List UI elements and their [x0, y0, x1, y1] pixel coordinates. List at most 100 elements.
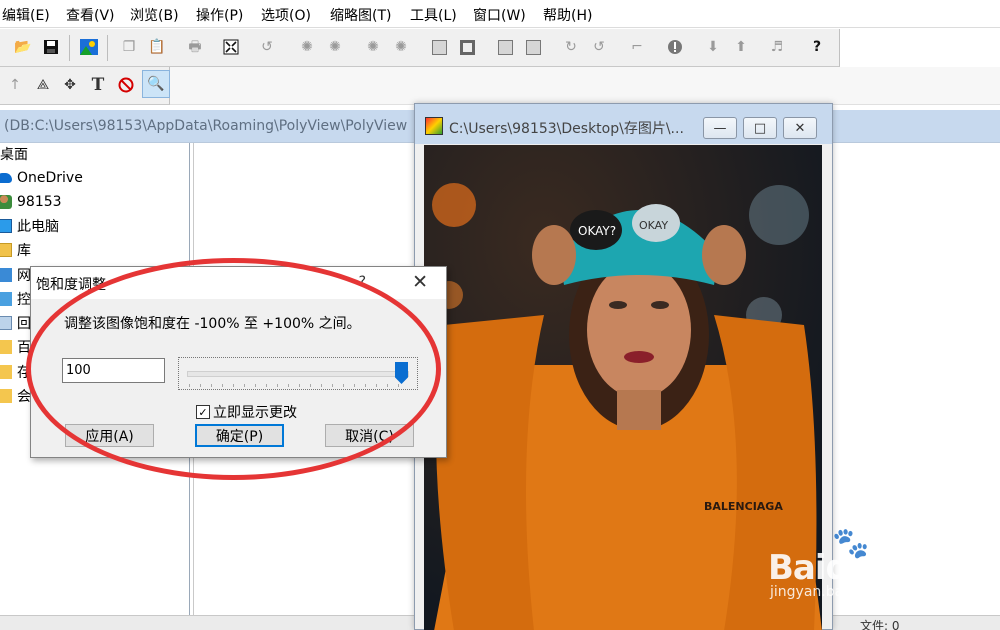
dialog-titlebar[interactable]: 饱和度调整 ? ✕ — [31, 267, 446, 299]
tree-item-folder[interactable]: 存 — [0, 361, 31, 383]
main-window-path: (DB:C:\Users\98153\AppData\Roaming\PolyV… — [4, 118, 408, 134]
contrast-up-icon[interactable]: ✺ — [390, 36, 412, 58]
move-icon[interactable]: ✥ — [59, 74, 81, 96]
folder-icon — [0, 389, 12, 403]
copy-icon[interactable]: ❐ — [118, 36, 140, 58]
tree-item-label: 桌面 — [0, 147, 28, 163]
print-icon[interactable]: 🖶 — [184, 36, 206, 58]
image-window: C:\Users\98153\Desktop\存图片\... — □ ✕ OKA… — [414, 103, 833, 630]
shirt-logo-text: BALENCIAGA — [704, 500, 783, 513]
paw-icon: 🐾 — [832, 526, 870, 561]
close-button[interactable]: ✕ — [783, 117, 817, 139]
portrait-photo: OKAY? OKAY BALENCIAGA — [424, 145, 822, 630]
gray-icon[interactable] — [428, 36, 450, 58]
saturation-dialog: 饱和度调整 ? ✕ 调整该图像饱和度在 -100% 至 +100% 之间。 ✓ … — [30, 266, 447, 458]
menu-view[interactable]: 查看(V) — [66, 5, 115, 25]
show-changes-checkbox[interactable]: ✓ — [196, 405, 210, 419]
folder-icon — [0, 365, 12, 379]
tree-item-label: 库 — [17, 243, 31, 259]
rotate-left-icon[interactable]: ↺ — [588, 36, 610, 58]
tree-item-label: 控 — [17, 292, 31, 308]
tree-item-label: 网 — [17, 268, 31, 284]
tree-item-onedrive[interactable]: OneDrive — [0, 167, 83, 189]
tools-toolbar: ↑ ⟁ ✥ T 🔍 — [0, 67, 170, 105]
menu-edit[interactable]: 编辑(E) — [2, 5, 50, 25]
ok-button[interactable]: 确定(P) — [195, 424, 284, 447]
tree-item-library[interactable]: 库 — [0, 239, 31, 261]
sharpen-icon[interactable] — [494, 36, 516, 58]
user-icon — [0, 195, 12, 209]
undo-icon[interactable]: ↺ — [256, 36, 278, 58]
rotate-right-icon[interactable]: ↻ — [560, 36, 582, 58]
menu-help[interactable]: 帮助(H) — [543, 5, 592, 25]
tree-item-network[interactable]: 网 — [0, 264, 31, 286]
blur-icon[interactable] — [522, 36, 544, 58]
dialog-title: 饱和度调整 — [36, 277, 106, 293]
folder-icon — [0, 340, 12, 354]
brightness-up-icon[interactable]: ✺ — [324, 36, 346, 58]
zoom-icon[interactable]: 🔍 — [142, 70, 170, 98]
help-question-icon[interactable]: ? — [806, 36, 828, 58]
tree-item-desktop[interactable]: 桌面 — [0, 143, 28, 165]
open-folder-icon[interactable]: 📂 — [12, 36, 34, 58]
polyview-app: 编辑(E) 查看(V) 浏览(B) 操作(P) 选项(O) 缩略图(T) 工具(… — [0, 0, 1000, 630]
computer-icon — [0, 219, 12, 233]
toolbar-separator — [107, 35, 108, 61]
crop-icon[interactable]: ⌐ — [626, 36, 648, 58]
image-window-titlebar[interactable]: C:\Users\98153\Desktop\存图片\... — □ ✕ — [415, 104, 832, 144]
tree-item-recycle-bin[interactable]: 回 — [0, 312, 31, 334]
menu-bar: 编辑(E) 查看(V) 浏览(B) 操作(P) 选项(O) 缩略图(T) 工具(… — [0, 0, 1000, 28]
tree-item-label: OneDrive — [17, 170, 83, 186]
fit-screen-icon[interactable] — [220, 36, 242, 58]
music-note-icon[interactable]: ♬ — [766, 36, 788, 58]
network-icon — [0, 268, 12, 282]
image-window-title: C:\Users\98153\Desktop\存图片\... — [449, 121, 684, 137]
tree-item-label: 98153 — [17, 194, 62, 210]
tree-item-label: 百 — [17, 340, 31, 356]
tree-item-user[interactable]: 98153 — [0, 191, 62, 213]
status-text: 文件: 0 — [860, 619, 900, 630]
menu-options[interactable]: 选项(O) — [261, 5, 311, 25]
image-icon[interactable] — [78, 36, 100, 58]
tree-item-label: 会 — [17, 389, 31, 405]
saturation-slider[interactable] — [178, 357, 418, 390]
minimize-button[interactable]: — — [703, 117, 737, 139]
app-icon — [425, 117, 443, 135]
tree-item-this-pc[interactable]: 此电脑 — [0, 215, 59, 237]
dialog-help-button[interactable]: ? — [359, 274, 366, 290]
contrast-down-icon[interactable]: ✺ — [362, 36, 384, 58]
brightness-down-icon[interactable]: ✺ — [296, 36, 318, 58]
tree-item-folder[interactable]: 会 — [0, 385, 31, 407]
control-panel-icon — [0, 292, 12, 306]
maximize-button[interactable]: □ — [743, 117, 777, 139]
arrow-up-icon[interactable]: ⬆ — [730, 36, 752, 58]
info-icon[interactable] — [664, 36, 686, 58]
pointer-arrow-icon[interactable]: ↑ — [4, 74, 26, 96]
cancel-button[interactable]: 取消(C) — [325, 424, 414, 447]
slider-ticks — [189, 384, 409, 387]
cloud-icon — [0, 173, 12, 183]
menu-tools[interactable]: 工具(L) — [410, 5, 457, 25]
show-changes-label: 立即显示更改 — [213, 405, 297, 421]
tree-item-folder[interactable]: 百 — [0, 336, 31, 358]
arrow-down-icon[interactable]: ⬇ — [702, 36, 724, 58]
save-icon[interactable] — [40, 36, 62, 58]
saturation-value-input[interactable] — [62, 358, 165, 383]
menu-thumbnail[interactable]: 缩略图(T) — [330, 5, 391, 25]
toolbar-separator — [69, 35, 70, 61]
menu-operate[interactable]: 操作(P) — [196, 5, 243, 25]
slider-thumb[interactable] — [395, 362, 408, 384]
tree-item-label: 回 — [17, 316, 31, 332]
lasso-icon[interactable]: ⟁ — [32, 74, 54, 96]
no-sign-icon[interactable] — [115, 74, 137, 96]
invert-icon[interactable] — [456, 36, 478, 58]
paste-icon[interactable]: 📋 — [146, 36, 168, 58]
show-changes-checkbox-row[interactable]: ✓ 立即显示更改 — [196, 402, 297, 422]
menu-browse[interactable]: 浏览(B) — [130, 5, 179, 25]
photo-canvas[interactable]: OKAY? OKAY BALENCIAGA — [424, 145, 822, 630]
text-tool-icon[interactable]: T — [87, 74, 109, 96]
menu-window[interactable]: 窗口(W) — [473, 5, 526, 25]
tree-item-control-panel[interactable]: 控 — [0, 288, 31, 310]
apply-button[interactable]: 应用(A) — [65, 424, 154, 447]
dialog-close-button[interactable]: ✕ — [412, 271, 428, 293]
